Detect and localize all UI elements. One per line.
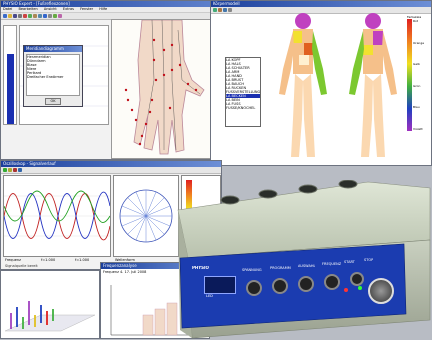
sine-waves: [3, 190, 111, 241]
cut-icon[interactable]: [23, 14, 27, 18]
output-jack[interactable]: [272, 278, 288, 294]
left-level-panel: [3, 25, 17, 125]
stop-icon[interactable]: [13, 168, 17, 172]
menu-item[interactable]: Extras: [63, 7, 74, 11]
device-button-label: PROGRAMM: [270, 266, 291, 270]
waveform-freq-mid: f=1.000: [75, 258, 90, 262]
output-jack[interactable]: [324, 274, 340, 290]
hand-view: [111, 19, 211, 159]
device-button-label: START: [344, 260, 355, 264]
waveform-caption-left: Frequenz: [5, 258, 21, 262]
settings-icon[interactable]: [48, 14, 52, 18]
help-icon[interactable]: [43, 14, 47, 18]
legend-label: Orange: [413, 40, 425, 45]
menu-item[interactable]: Ansicht: [44, 7, 57, 11]
level-bar: [7, 54, 14, 124]
color-legend: Farbskala Rot Orange Gelb Grün Blau Viol…: [407, 15, 431, 135]
legend-gradient: [407, 19, 412, 131]
meridian-dialog-title: Meridiandiagramm: [24, 46, 82, 52]
zoom-icon[interactable]: [38, 14, 42, 18]
pause-icon[interactable]: [8, 168, 12, 172]
legend-label: Violett: [413, 126, 423, 131]
display-label: LED: [206, 294, 213, 298]
meridian-dialog: Meridiandiagramm Herzmeridian Dünndarm B…: [23, 45, 83, 107]
play-icon[interactable]: [3, 168, 7, 172]
zoom-out-icon[interactable]: [218, 8, 222, 12]
body-window: Körpermodell LA KOPF LA HALS LA SCHULTER…: [210, 0, 432, 166]
chart-icon[interactable]: [53, 14, 57, 18]
device-body: [177, 179, 431, 339]
waveform-plot: [3, 175, 111, 257]
output-jack[interactable]: [246, 280, 262, 296]
waveform-toolbar: [1, 167, 221, 174]
legend-label: Blau: [413, 105, 420, 110]
intensity-dial[interactable]: [368, 278, 394, 304]
indicator-light: [344, 288, 348, 292]
ok-button[interactable]: OK: [45, 98, 61, 105]
open-icon[interactable]: [8, 14, 12, 18]
hand-illustration: [124, 19, 205, 155]
rotate-icon[interactable]: [223, 8, 227, 12]
legend-label: Gelb: [413, 62, 420, 67]
device-button-label: STOP: [364, 258, 374, 262]
menu-item[interactable]: Datei: [3, 7, 12, 11]
zoom-in-icon[interactable]: [213, 8, 217, 12]
menu-item[interactable]: Bearbeiten: [18, 7, 37, 11]
copy-icon[interactable]: [28, 14, 32, 18]
record-icon[interactable]: [18, 168, 22, 172]
device-brand: PHYSIO: [192, 266, 209, 270]
waveform-freq-left: f=1.000: [41, 258, 56, 262]
bar3d-chart: [4, 301, 96, 332]
menu-item[interactable]: Hilfe: [99, 7, 107, 11]
region-list: LA KOPF LA HALS LA SCHULTER LA ARM LA HA…: [225, 57, 261, 127]
output-jack[interactable]: [298, 276, 314, 292]
list-item[interactable]: Dreifacher Erwärmer: [27, 75, 79, 79]
indicator-light: [358, 286, 362, 290]
back-body-figure: [349, 13, 397, 157]
print-icon[interactable]: [18, 14, 22, 18]
reset-icon[interactable]: [228, 8, 232, 12]
output-jack[interactable]: [350, 272, 364, 286]
legend-label: Rot: [413, 19, 418, 23]
paste-icon[interactable]: [33, 14, 37, 18]
body-figures: [279, 13, 397, 157]
therapy-device: PHYSIO LED SPANNUNG PROGRAMM AUSWAHL FRE…: [168, 179, 432, 339]
menu-item[interactable]: Fenster: [80, 7, 93, 11]
legend-label: Grün: [413, 83, 421, 88]
front-body-figure: [279, 13, 327, 157]
device-button-label: AUSWAHL: [298, 264, 316, 268]
device-button-label: SPANNUNG: [242, 268, 262, 272]
new-icon[interactable]: [3, 14, 7, 18]
list-item[interactable]: FÜSSE/KNÖCHEL: [226, 106, 260, 110]
device-button-label: FREQUENZ: [322, 262, 342, 266]
status-text: Signalquelle bereit: [5, 264, 38, 268]
body-icon[interactable]: [58, 14, 62, 18]
device-display: [204, 276, 236, 294]
bar3d-window: [0, 270, 100, 339]
save-icon[interactable]: [13, 14, 17, 18]
